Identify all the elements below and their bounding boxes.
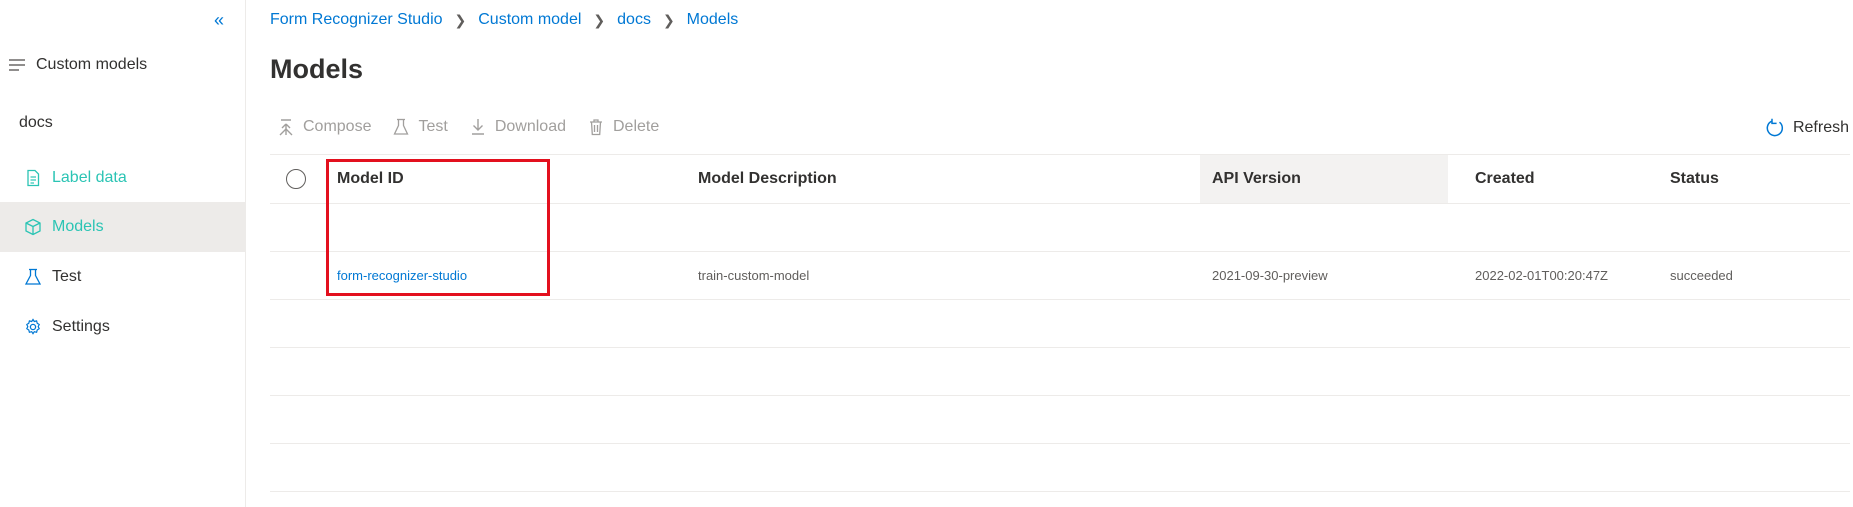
breadcrumb-item[interactable]: Custom model bbox=[478, 11, 581, 29]
model-id-link[interactable]: form-recognizer-studio bbox=[337, 268, 467, 283]
sidebar: « Custom models docs Label data Models T… bbox=[0, 0, 246, 507]
flask-icon bbox=[24, 268, 42, 285]
chevron-right-icon: ❯ bbox=[662, 11, 675, 28]
column-header-status[interactable]: Status bbox=[1670, 155, 1719, 203]
list-icon bbox=[9, 59, 25, 71]
breadcrumb-item[interactable]: Form Recognizer Studio bbox=[270, 11, 443, 29]
created-cell: 2022-02-01T00:20:47Z bbox=[1475, 268, 1608, 283]
custom-models-heading[interactable]: Custom models bbox=[8, 56, 147, 74]
download-button[interactable]: Download bbox=[470, 118, 566, 136]
test-button[interactable]: Test bbox=[393, 118, 448, 136]
delete-label: Delete bbox=[612, 118, 660, 135]
custom-models-label: Custom models bbox=[36, 56, 148, 73]
chevron-right-icon: ❯ bbox=[593, 11, 606, 28]
table-row-empty bbox=[270, 204, 1850, 252]
main-content: Form Recognizer Studio ❯ Custom model ❯ … bbox=[270, 0, 1853, 507]
test-label: Test bbox=[418, 118, 448, 135]
trash-icon bbox=[589, 119, 602, 136]
breadcrumb-item-current[interactable]: Models bbox=[687, 11, 739, 29]
table-row[interactable]: form-recognizer-studio train-custom-mode… bbox=[270, 252, 1850, 300]
table-row-empty bbox=[270, 300, 1850, 348]
download-label: Download bbox=[494, 118, 566, 135]
sidebar-item-models[interactable]: Models bbox=[0, 202, 245, 252]
api-version-cell: 2021-09-30-preview bbox=[1212, 268, 1328, 283]
page-title: Models bbox=[270, 54, 364, 84]
gear-icon bbox=[26, 318, 40, 335]
column-header-model-id[interactable]: Model ID bbox=[337, 155, 404, 203]
document-icon bbox=[27, 169, 40, 187]
models-table: Model ID Model Description API Version C… bbox=[270, 154, 1850, 492]
chevron-right-icon: ❯ bbox=[454, 11, 467, 28]
refresh-label: Refresh bbox=[1792, 119, 1849, 136]
download-icon bbox=[471, 119, 484, 135]
sidebar-item-label: Test bbox=[52, 268, 82, 285]
column-header-created[interactable]: Created bbox=[1475, 155, 1535, 203]
project-name: docs bbox=[19, 114, 53, 131]
merge-icon bbox=[279, 119, 293, 136]
command-bar: Compose Test Download Delete bbox=[278, 118, 659, 136]
flask-icon bbox=[393, 118, 410, 135]
table-row-empty bbox=[270, 396, 1850, 444]
sidebar-item-settings[interactable]: Settings bbox=[0, 302, 245, 352]
breadcrumb: Form Recognizer Studio ❯ Custom model ❯ … bbox=[270, 9, 738, 31]
table-header-row: Model ID Model Description API Version C… bbox=[270, 154, 1850, 204]
model-description-cell: train-custom-model bbox=[698, 268, 810, 283]
table-row-empty bbox=[270, 348, 1850, 396]
breadcrumb-item[interactable]: docs bbox=[617, 11, 651, 29]
double-chevron-left-icon: « bbox=[213, 9, 224, 30]
compose-label: Compose bbox=[303, 118, 372, 135]
model-id-cell: form-recognizer-studio bbox=[337, 252, 467, 299]
select-all-checkbox[interactable] bbox=[286, 169, 306, 189]
delete-button[interactable]: Delete bbox=[588, 118, 659, 136]
sidebar-item-label: Settings bbox=[52, 318, 110, 335]
table-row-empty bbox=[270, 444, 1850, 492]
status-cell: succeeded bbox=[1670, 268, 1733, 283]
sidebar-item-label: Models bbox=[52, 218, 104, 235]
refresh-button[interactable]: Refresh bbox=[1765, 118, 1849, 138]
compose-button[interactable]: Compose bbox=[278, 118, 371, 136]
sidebar-item-label-data[interactable]: Label data bbox=[0, 153, 245, 203]
sidebar-item-test[interactable]: Test bbox=[0, 252, 245, 302]
column-header-api-version[interactable]: API Version bbox=[1200, 155, 1448, 203]
select-all-cell bbox=[286, 155, 316, 203]
refresh-icon bbox=[1766, 118, 1784, 137]
sidebar-item-label: Label data bbox=[52, 169, 127, 186]
collapse-sidebar-button[interactable]: « bbox=[205, 6, 233, 34]
cube-icon bbox=[25, 218, 41, 236]
column-header-model-description[interactable]: Model Description bbox=[698, 155, 837, 203]
